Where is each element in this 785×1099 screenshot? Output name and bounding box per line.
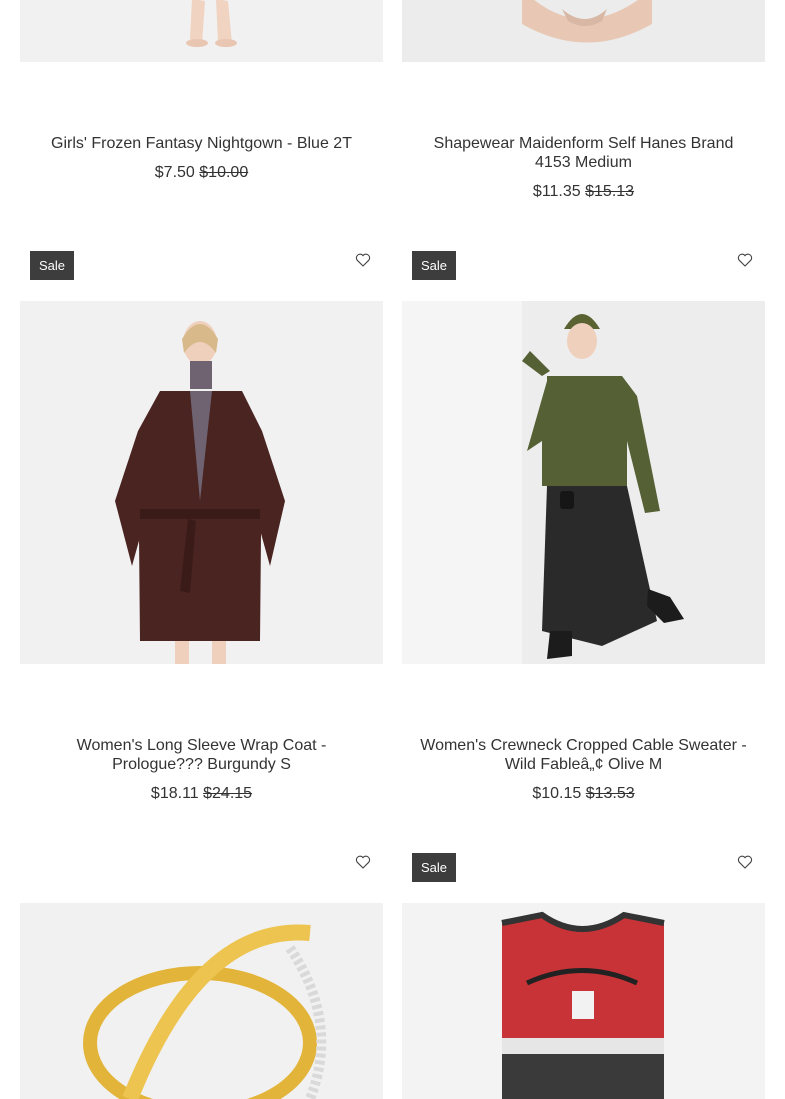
wishlist-heart-icon[interactable] [355, 252, 371, 268]
wishlist-heart-icon[interactable] [737, 252, 753, 268]
original-price: $13.53 [585, 785, 635, 802]
product-price: $18.11 $24.15 [20, 784, 383, 803]
product-title[interactable]: Girls' Frozen Fantasy Nightgown - Blue 2… [20, 134, 383, 153]
sale-badge: Sale [412, 853, 456, 882]
sale-price: $7.50 [154, 164, 195, 181]
original-price: $15.13 [585, 183, 635, 200]
original-price: $10.00 [199, 164, 249, 181]
product-title[interactable]: Women's Long Sleeve Wrap Coat - Prologue… [20, 736, 383, 774]
sale-badge: Sale [412, 251, 456, 280]
product-image-shapewear[interactable] [402, 0, 765, 62]
wishlist-heart-icon[interactable] [355, 854, 371, 870]
sale-price: $18.11 [150, 785, 199, 802]
product-image-tank-dress[interactable] [402, 903, 765, 1099]
product-image-nightgown[interactable] [20, 0, 383, 62]
product-image-ring[interactable] [20, 903, 383, 1099]
wishlist-heart-icon[interactable] [737, 854, 753, 870]
product-title[interactable]: Shapewear Maidenform Self Hanes Brand 41… [402, 134, 765, 172]
product-price: $11.35 $15.13 [402, 182, 765, 201]
sale-price: $11.35 [532, 183, 581, 200]
sale-price: $10.15 [532, 785, 582, 802]
product-price: $7.50 $10.00 [20, 163, 383, 182]
sale-badge: Sale [30, 251, 74, 280]
original-price: $24.15 [203, 785, 253, 802]
product-price: $10.15 $13.53 [402, 784, 765, 803]
product-title[interactable]: Women's Crewneck Cropped Cable Sweater -… [402, 736, 765, 774]
product-image-wrap-coat[interactable] [20, 301, 383, 664]
product-image-cable-sweater[interactable] [402, 301, 765, 664]
